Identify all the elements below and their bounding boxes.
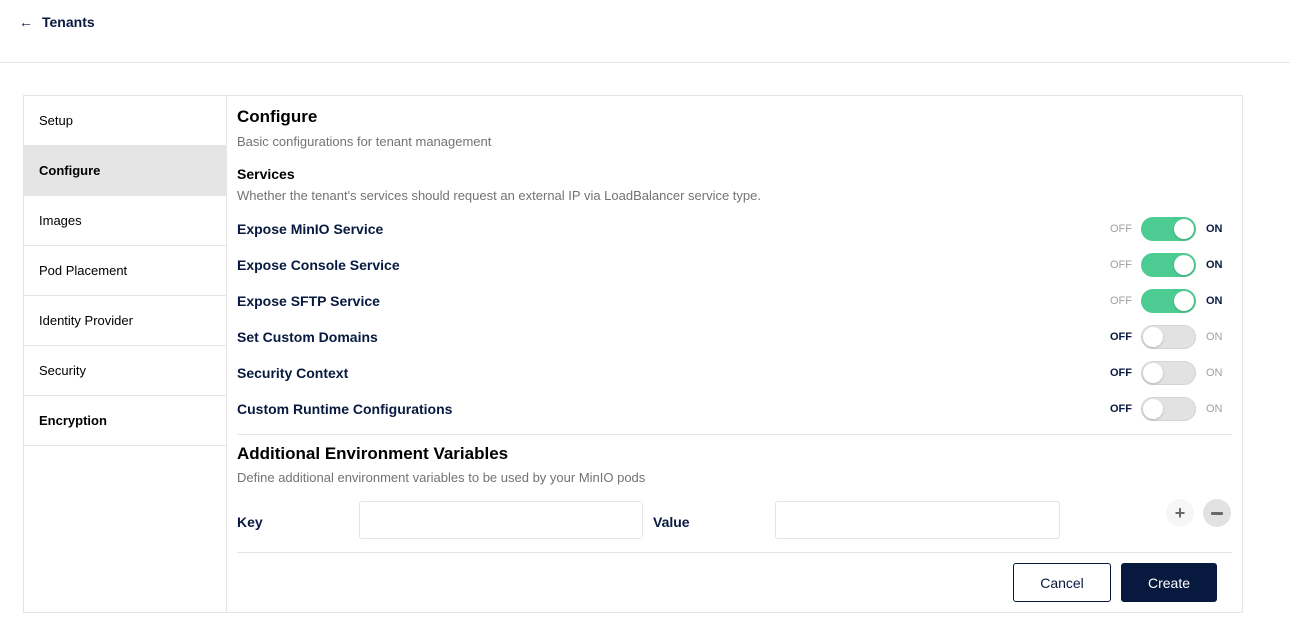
sidebar-item-encryption[interactable]: Encryption xyxy=(24,396,226,446)
on-label: ON xyxy=(1206,295,1223,307)
toggle-row-expose-console: Expose Console Service OFF ON xyxy=(237,253,1232,277)
sidebar-item-configure[interactable]: Configure xyxy=(24,146,226,196)
toggle-row-custom-runtime: Custom Runtime Configurations OFF ON xyxy=(237,397,1232,421)
env-vars-title: Additional Environment Variables xyxy=(237,444,509,463)
add-env-var-button[interactable]: + xyxy=(1166,499,1194,527)
env-key-input[interactable] xyxy=(359,501,643,539)
top-bar: ← Tenants xyxy=(0,0,1290,63)
toggle-row-expose-minio: Expose MinIO Service OFF ON xyxy=(237,217,1232,241)
off-label: OFF xyxy=(1110,295,1132,307)
toggle-label: Expose Console Service xyxy=(237,257,400,273)
env-value-input[interactable] xyxy=(775,501,1060,539)
on-label: ON xyxy=(1206,259,1223,271)
arrow-left-icon: ← xyxy=(19,14,33,30)
custom-domains-toggle[interactable] xyxy=(1141,325,1196,349)
remove-env-var-button[interactable] xyxy=(1203,499,1231,527)
toggle-label: Security Context xyxy=(237,365,349,381)
expose-console-toggle[interactable] xyxy=(1141,253,1196,277)
env-vars-subtitle: Define additional environment variables … xyxy=(237,470,646,485)
back-to-tenants-link[interactable]: ← Tenants xyxy=(19,13,95,31)
custom-runtime-toggle[interactable] xyxy=(1141,397,1196,421)
toggle-label: Expose MinIO Service xyxy=(237,221,384,237)
sidebar-item-images[interactable]: Images xyxy=(24,196,226,246)
sidebar-item-security[interactable]: Security xyxy=(24,346,226,396)
toggle-row-custom-domains: Set Custom Domains OFF ON xyxy=(237,325,1232,349)
toggle-label: Custom Runtime Configurations xyxy=(237,401,453,417)
divider xyxy=(237,552,1232,553)
toggle-row-expose-sftp: Expose SFTP Service OFF ON xyxy=(237,289,1232,313)
page-subtitle: Basic configurations for tenant manageme… xyxy=(237,134,492,149)
sidebar-item-identity-provider[interactable]: Identity Provider xyxy=(24,296,226,346)
divider xyxy=(237,434,1232,435)
wizard-sidebar: Setup Configure Images Pod Placement Ide… xyxy=(24,96,227,612)
expose-minio-toggle[interactable] xyxy=(1141,217,1196,241)
value-label: Value xyxy=(653,514,690,530)
toggle-knob xyxy=(1143,363,1163,383)
services-title: Services xyxy=(237,166,295,182)
toggle-knob xyxy=(1143,399,1163,419)
toggle-knob xyxy=(1174,255,1194,275)
toggle-row-security-context: Security Context OFF ON xyxy=(237,361,1232,385)
on-label: ON xyxy=(1206,367,1223,379)
expose-sftp-toggle[interactable] xyxy=(1141,289,1196,313)
page-title: Configure xyxy=(237,107,318,126)
plus-icon: + xyxy=(1174,503,1186,523)
create-button[interactable]: Create xyxy=(1121,563,1217,602)
wizard-panel: Setup Configure Images Pod Placement Ide… xyxy=(23,95,1243,613)
toggle-knob xyxy=(1174,291,1194,311)
on-label: ON xyxy=(1206,403,1223,415)
off-label: OFF xyxy=(1110,331,1132,343)
minus-icon xyxy=(1211,511,1223,515)
cancel-button[interactable]: Cancel xyxy=(1013,563,1111,602)
security-context-toggle[interactable] xyxy=(1141,361,1196,385)
on-label: ON xyxy=(1206,223,1223,235)
off-label: OFF xyxy=(1110,367,1132,379)
off-label: OFF xyxy=(1110,259,1132,271)
toggle-label: Set Custom Domains xyxy=(237,329,378,345)
sidebar-item-pod-placement[interactable]: Pod Placement xyxy=(24,246,226,296)
toggle-knob xyxy=(1174,219,1194,239)
back-label: Tenants xyxy=(42,14,95,30)
key-label: Key xyxy=(237,514,263,530)
toggle-label: Expose SFTP Service xyxy=(237,293,380,309)
toggle-knob xyxy=(1143,327,1163,347)
off-label: OFF xyxy=(1110,403,1132,415)
on-label: ON xyxy=(1206,331,1223,343)
sidebar-item-setup[interactable]: Setup xyxy=(24,96,226,146)
off-label: OFF xyxy=(1110,223,1132,235)
services-subtitle: Whether the tenant's services should req… xyxy=(237,188,761,203)
